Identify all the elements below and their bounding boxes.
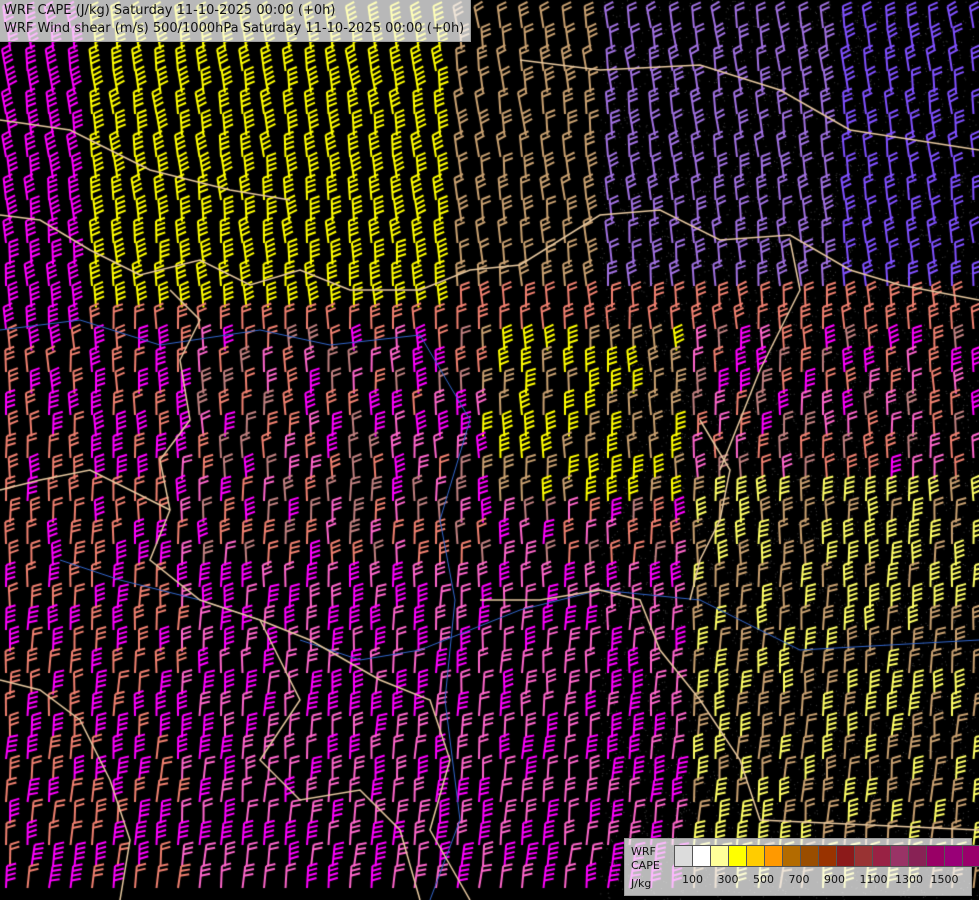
legend-tick-label: 900 <box>824 873 845 886</box>
title-cape: WRF CAPE (J/kg) Saturday 11-10-2025 00:0… <box>4 3 336 18</box>
legend-swatch <box>800 845 819 867</box>
legend-swatch <box>692 845 711 867</box>
legend-tick-label: 100 <box>682 873 703 886</box>
legend-swatch <box>872 845 891 867</box>
legend-swatch <box>926 845 945 867</box>
cape-legend: WRF CAPE J/kg 100 300 500 700 900 1100 1300 150… <box>624 838 979 896</box>
legend-swatch <box>710 845 729 867</box>
legend-swatch <box>818 845 837 867</box>
legend-tick-label: 700 <box>788 873 810 886</box>
legend-tick-label: 1300 <box>895 873 923 886</box>
legend-label-wrf: WRF <box>631 845 656 858</box>
legend-swatch <box>944 845 963 867</box>
legend-ticks: 100 300 500 700 900 1100 1300 1500 <box>625 873 971 887</box>
legend-tick-label: 500 <box>753 873 774 886</box>
legend-label-cape: CAPE <box>631 859 660 872</box>
legend-swatch <box>782 845 801 867</box>
legend-tick-label: 300 <box>717 873 739 886</box>
legend-swatch <box>674 845 693 867</box>
title-wind-shear: WRF Wind shear (m/s) 500/1000hPa Saturda… <box>4 21 465 36</box>
legend-swatch <box>836 845 855 867</box>
legend-tick-label: 1100 <box>859 873 888 886</box>
legend-swatch <box>728 845 747 867</box>
legend-swatches <box>674 845 979 867</box>
legend-tick-label: 1500 <box>930 873 959 886</box>
map-canvas[interactable] <box>0 0 979 900</box>
legend-swatch <box>854 845 873 867</box>
legend-swatch <box>746 845 765 867</box>
map-title-box: WRF CAPE (J/kg) Saturday 11-10-2025 00:0… <box>0 0 472 42</box>
legend-swatch <box>962 845 979 867</box>
legend-swatch <box>908 845 927 867</box>
legend-swatch <box>764 845 783 867</box>
legend-swatch <box>890 845 909 867</box>
